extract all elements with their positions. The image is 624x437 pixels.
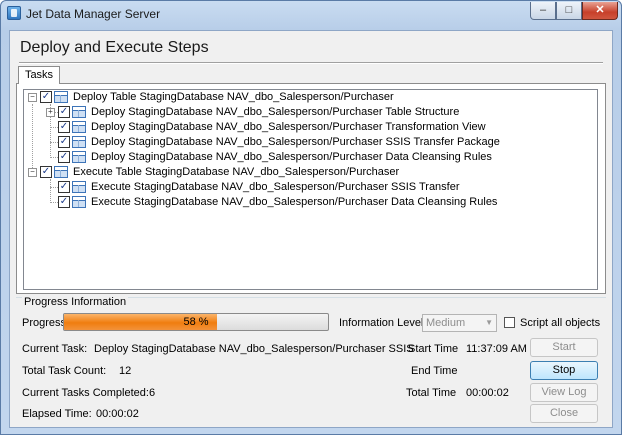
dialog-body: Deploy and Execute Steps Tasks − ✓ Deplo…: [9, 30, 613, 428]
tree-node-label: Deploy StagingDatabase NAV_dbo_Salespers…: [91, 106, 460, 118]
checkbox-checked[interactable]: ✓: [40, 91, 52, 103]
checkbox-checked[interactable]: ✓: [40, 166, 52, 178]
start-button[interactable]: Start: [530, 338, 598, 357]
start-time-value: 11:37:09 AM: [466, 343, 527, 355]
progress-bar: 58 %: [63, 313, 329, 331]
progress-group-label: Progress Information: [22, 296, 129, 309]
information-level-dropdown[interactable]: Medium ▼: [422, 314, 497, 332]
current-task-label: Current Task:: [22, 343, 88, 355]
checkbox-checked[interactable]: ✓: [58, 121, 70, 133]
current-tasks-completed-label: Current Tasks Completed:: [22, 387, 149, 399]
page-title: Deploy and Execute Steps: [20, 39, 209, 56]
close-window-button[interactable]: ✕: [582, 2, 618, 20]
tree-node-execute-ssis[interactable]: ✓ Execute StagingDatabase NAV_dbo_Salesp…: [24, 180, 584, 195]
heading-divider: [19, 62, 603, 64]
tree-node-label: Deploy StagingDatabase NAV_dbo_Salespers…: [91, 151, 492, 163]
table-icon: [54, 91, 68, 103]
minimize-button[interactable]: ‒: [530, 2, 556, 20]
checkbox-checked[interactable]: ✓: [58, 196, 70, 208]
table-icon: [72, 196, 86, 208]
current-tasks-completed-value: 6: [149, 387, 156, 399]
end-time-label: End Time: [411, 365, 458, 377]
tree-node-label: Deploy StagingDatabase NAV_dbo_Salespers…: [91, 136, 500, 148]
table-icon: [72, 151, 86, 163]
tree-node-label: Execute StagingDatabase NAV_dbo_Salesper…: [91, 181, 460, 193]
tree-node-execute-table[interactable]: − ✓ Execute Table StagingDatabase NAV_db…: [24, 165, 584, 180]
current-task-value: Deploy StagingDatabase NAV_dbo_Salespers…: [94, 343, 414, 355]
window-title: Jet Data Manager Server: [26, 7, 161, 21]
total-time-value: 00:00:02: [466, 387, 509, 399]
checkbox-checked[interactable]: ✓: [58, 151, 70, 163]
total-time-label: Total Time: [406, 387, 457, 399]
checkbox-checked[interactable]: ✓: [58, 106, 70, 118]
task-tree[interactable]: − ✓ Deploy Table StagingDatabase NAV_dbo…: [23, 89, 598, 290]
tree-node-label: Execute StagingDatabase NAV_dbo_Salesper…: [91, 196, 498, 208]
tasks-tab-panel: − ✓ Deploy Table StagingDatabase NAV_dbo…: [16, 83, 606, 294]
checkbox-checked[interactable]: ✓: [58, 136, 70, 148]
collapse-icon[interactable]: −: [28, 93, 37, 102]
table-icon: [72, 136, 86, 148]
view-log-button[interactable]: View Log: [530, 383, 598, 402]
table-icon: [72, 181, 86, 193]
table-icon: [54, 166, 68, 178]
tree-node-label: Execute Table StagingDatabase NAV_dbo_Sa…: [73, 166, 400, 178]
main-window: Jet Data Manager Server ‒ □ ✕ Deploy and…: [0, 0, 622, 435]
total-task-count-label: Total Task Count:: [22, 365, 107, 377]
progress-percent-text: 58 %: [183, 316, 209, 328]
tree-node-label: Deploy Table StagingDatabase NAV_dbo_Sal…: [73, 91, 394, 103]
table-icon: [72, 106, 86, 118]
table-icon: [72, 121, 86, 133]
maximize-button[interactable]: □: [556, 2, 582, 20]
script-all-objects-checkbox[interactable]: [504, 317, 515, 328]
script-all-objects-label: Script all objects: [520, 317, 601, 329]
tree-node-transformation-view[interactable]: ✓ Deploy StagingDatabase NAV_dbo_Salespe…: [24, 120, 584, 135]
stop-button[interactable]: Stop: [530, 361, 598, 380]
collapse-icon[interactable]: −: [28, 168, 37, 177]
information-level-label: Information Level: [339, 317, 424, 329]
tree-node-execute-cleansing[interactable]: ✓ Execute StagingDatabase NAV_dbo_Salesp…: [24, 195, 584, 210]
checkbox-checked[interactable]: ✓: [58, 181, 70, 193]
title-bar[interactable]: Jet Data Manager Server ‒ □ ✕: [1, 1, 621, 27]
app-icon: [7, 6, 21, 20]
expand-icon[interactable]: +: [46, 108, 55, 117]
tab-tasks[interactable]: Tasks: [18, 66, 60, 84]
tree-node-cleansing-rules[interactable]: ✓ Deploy StagingDatabase NAV_dbo_Salespe…: [24, 150, 584, 165]
tree-node-ssis-package[interactable]: ✓ Deploy StagingDatabase NAV_dbo_Salespe…: [24, 135, 584, 150]
tree-node-deploy-table[interactable]: − ✓ Deploy Table StagingDatabase NAV_dbo…: [24, 90, 584, 105]
total-task-count-value: 12: [119, 365, 132, 377]
tree-node-label: Deploy StagingDatabase NAV_dbo_Salespers…: [91, 121, 486, 133]
elapsed-time-label: Elapsed Time:: [22, 408, 92, 420]
close-button[interactable]: Close: [530, 404, 598, 423]
dropdown-arrow-icon: ▼: [485, 318, 493, 327]
elapsed-time-value: 00:00:02: [96, 408, 139, 420]
progress-label: Progress: [22, 317, 67, 329]
tree-node-table-structure[interactable]: + ✓ Deploy StagingDatabase NAV_dbo_Sales…: [24, 105, 584, 120]
start-time-label: Start Time: [408, 343, 459, 355]
information-level-value: Medium: [426, 317, 466, 329]
